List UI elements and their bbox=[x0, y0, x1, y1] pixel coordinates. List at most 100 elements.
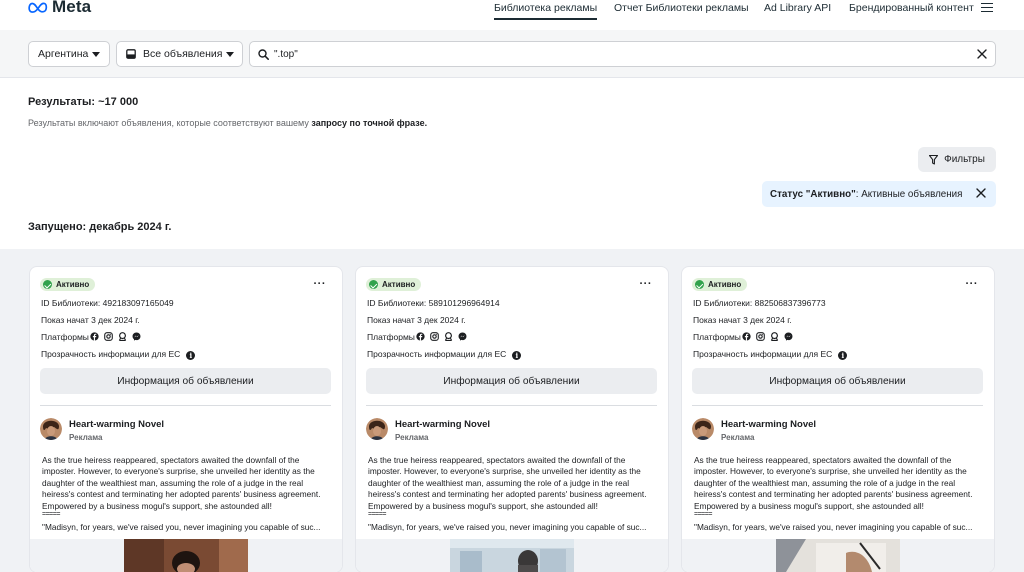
status-badge: Активно bbox=[366, 278, 422, 291]
hamburger-icon[interactable] bbox=[981, 3, 993, 13]
platforms-label: Платформы bbox=[41, 332, 89, 342]
ad-quote-text: "Madisyn, for years, we've raised you, n… bbox=[368, 522, 647, 532]
start-date: Показ начат 3 дек 2024 г. bbox=[41, 315, 140, 325]
ad-quote-text: "Madisyn, for years, we've raised you, n… bbox=[694, 522, 973, 532]
start-date: Показ начат 3 дек 2024 г. bbox=[367, 315, 466, 325]
divider bbox=[40, 405, 331, 406]
library-id: ID Библиотеки: 589101296964914 bbox=[367, 298, 500, 308]
search-icon bbox=[258, 49, 269, 60]
nav-branded-content[interactable]: Брендированный контент bbox=[849, 2, 974, 20]
status-badge-label: Активно bbox=[382, 280, 416, 289]
advertiser-name[interactable]: Heart-warming Novel bbox=[69, 419, 164, 430]
check-circle-icon bbox=[695, 280, 704, 289]
meta-logo-icon bbox=[28, 2, 48, 13]
ad-separator: ===== bbox=[368, 511, 386, 518]
active-filter-name: Статус "Активно" bbox=[770, 188, 856, 200]
close-icon[interactable] bbox=[976, 188, 986, 198]
eu-transparency: Прозрачность информации для ЕС i bbox=[367, 349, 522, 360]
ad-card: Активно ··· ID Библиотеки: 4921830971650… bbox=[30, 267, 342, 572]
filters-button-label: Фильтры bbox=[944, 154, 985, 165]
ad-body-text: As the true heiress reappeared, spectato… bbox=[368, 455, 647, 511]
ad-separator: ===== bbox=[42, 511, 60, 518]
audience-network-icon bbox=[770, 332, 779, 341]
search-field[interactable] bbox=[249, 41, 996, 67]
ad-details-button[interactable]: Информация об объявлении bbox=[366, 368, 657, 394]
ad-card: Активно ··· ID Библиотеки: 5891012969649… bbox=[356, 267, 668, 572]
messenger-icon bbox=[784, 332, 793, 341]
country-select[interactable]: Аргентина bbox=[28, 41, 110, 67]
search-input[interactable] bbox=[274, 46, 954, 62]
active-filter-value: : Активные объявления bbox=[855, 188, 963, 200]
close-icon[interactable] bbox=[977, 49, 987, 59]
country-select-value: Аргентина bbox=[38, 48, 89, 60]
avatar[interactable] bbox=[40, 418, 62, 440]
ad-creative-image[interactable] bbox=[776, 539, 900, 572]
ad-category-icon bbox=[126, 49, 136, 59]
messenger-icon bbox=[132, 332, 141, 341]
top-nav: Meta Библиотека рекламы Отчет Библиотеки… bbox=[0, 0, 1024, 30]
ad-creative-image[interactable] bbox=[124, 539, 248, 572]
category-select-value: Все объявления bbox=[143, 48, 223, 60]
facebook-icon bbox=[416, 332, 425, 341]
sponsored-label: Реклама bbox=[395, 433, 429, 442]
filters-button[interactable]: Фильтры bbox=[918, 147, 996, 172]
status-badge-label: Активно bbox=[708, 280, 742, 289]
ad-body-text: As the true heiress reappeared, spectato… bbox=[694, 455, 973, 511]
chevron-down-icon bbox=[226, 52, 234, 57]
status-badge-label: Активно bbox=[56, 280, 90, 289]
advertiser-name[interactable]: Heart-warming Novel bbox=[395, 419, 490, 430]
check-circle-icon bbox=[43, 280, 52, 289]
search-bar-area: Аргентина Все объявления bbox=[0, 30, 1024, 78]
platform-icons bbox=[742, 332, 793, 341]
check-circle-icon bbox=[369, 280, 378, 289]
ad-separator: ===== bbox=[694, 511, 712, 518]
eu-transparency-label: Прозрачность информации для ЕС bbox=[41, 349, 181, 359]
more-options-icon[interactable]: ··· bbox=[640, 278, 653, 290]
exact-phrase-link[interactable]: запросу по точной фразе. bbox=[311, 118, 427, 128]
platforms-label: Платформы bbox=[693, 332, 741, 342]
eu-transparency-label: Прозрачность информации для ЕС bbox=[367, 349, 507, 359]
divider bbox=[692, 405, 983, 406]
nav-ad-library-api[interactable]: Ad Library API bbox=[764, 2, 831, 20]
instagram-icon bbox=[104, 332, 113, 341]
more-options-icon[interactable]: ··· bbox=[966, 278, 979, 290]
meta-logo[interactable]: Meta bbox=[28, 0, 91, 16]
eu-transparency: Прозрачность информации для ЕС i bbox=[693, 349, 848, 360]
avatar[interactable] bbox=[366, 418, 388, 440]
ad-card: Активно ··· ID Библиотеки: 8825068373967… bbox=[682, 267, 994, 572]
category-select[interactable]: Все объявления bbox=[116, 41, 243, 67]
ad-details-button[interactable]: Информация об объявлении bbox=[40, 368, 331, 394]
ad-quote-text: "Madisyn, for years, we've raised you, n… bbox=[42, 522, 321, 532]
more-options-icon[interactable]: ··· bbox=[314, 278, 327, 290]
start-date: Показ начат 3 дек 2024 г. bbox=[693, 315, 792, 325]
nav-ad-library-report[interactable]: Отчет Библиотеки рекламы bbox=[614, 2, 749, 20]
instagram-icon bbox=[430, 332, 439, 341]
info-icon[interactable]: i bbox=[838, 351, 848, 360]
meta-logo-text: Meta bbox=[52, 0, 92, 16]
ad-creative-image[interactable] bbox=[450, 539, 574, 572]
filter-icon bbox=[929, 154, 939, 165]
library-id: ID Библиотеки: 882506837396773 bbox=[693, 298, 826, 308]
advertiser-name[interactable]: Heart-warming Novel bbox=[721, 419, 816, 430]
ad-details-button[interactable]: Информация об объявлении bbox=[692, 368, 983, 394]
library-id: ID Библиотеки: 492183097165049 bbox=[41, 298, 174, 308]
eu-transparency-label: Прозрачность информации для ЕС bbox=[693, 349, 833, 359]
messenger-icon bbox=[458, 332, 467, 341]
eu-transparency: Прозрачность информации для ЕС i bbox=[41, 349, 196, 360]
divider bbox=[366, 405, 657, 406]
results-count: Результаты: ~17 000 bbox=[28, 96, 139, 108]
sponsored-label: Реклама bbox=[69, 433, 103, 442]
platforms-label: Платформы bbox=[367, 332, 415, 342]
avatar[interactable] bbox=[692, 418, 714, 440]
audience-network-icon bbox=[118, 332, 127, 341]
audience-network-icon bbox=[444, 332, 453, 341]
active-filter-chip: Статус "Активно": Активные объявления bbox=[762, 181, 996, 207]
sponsored-label: Реклама bbox=[721, 433, 755, 442]
chevron-down-icon bbox=[92, 52, 100, 57]
info-icon[interactable]: i bbox=[512, 351, 522, 360]
facebook-icon bbox=[90, 332, 99, 341]
nav-ad-library[interactable]: Библиотека рекламы bbox=[494, 2, 598, 20]
facebook-icon bbox=[742, 332, 751, 341]
info-icon[interactable]: i bbox=[186, 351, 196, 360]
instagram-icon bbox=[756, 332, 765, 341]
